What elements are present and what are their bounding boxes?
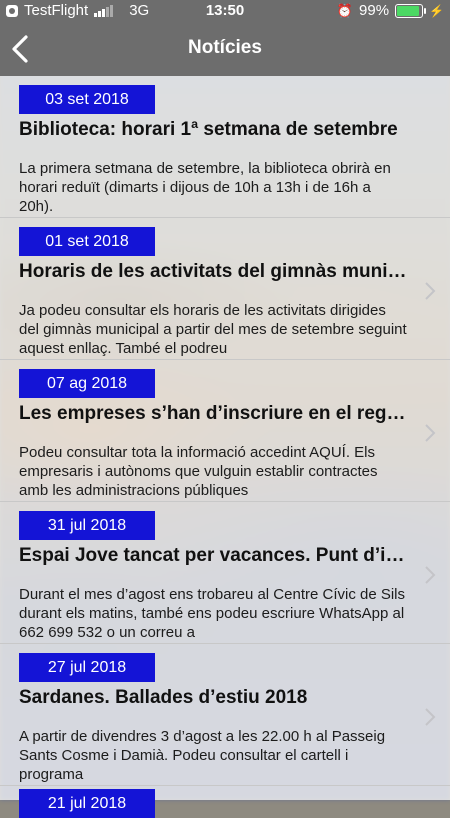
news-item[interactable]: 27 jul 2018 Sardanes. Ballades d’estiu 2… xyxy=(0,644,450,786)
news-summary: Durant el mes d’agost ens trobareu al Ce… xyxy=(19,586,406,641)
battery-percent: 99% xyxy=(359,2,390,19)
news-summary: Podeu consultar tota la informació acced… xyxy=(19,444,378,499)
news-title: Horaris de les activitats del gimnàs mun… xyxy=(19,261,409,282)
chevron-right-icon xyxy=(425,424,436,442)
chevron-right-icon xyxy=(425,566,436,584)
news-item[interactable]: 03 set 2018 Biblioteca: horari 1ª setman… xyxy=(0,76,450,218)
news-title: Espai Jove tancat per vacances. Punt d’i… xyxy=(19,545,409,566)
news-date-badge: 01 set 2018 xyxy=(19,227,155,256)
news-title: Les empreses s’han d’inscriure en el reg… xyxy=(19,403,409,424)
news-item[interactable]: 07 ag 2018 Les empreses s’han d’inscriur… xyxy=(0,360,450,502)
news-summary: A partir de divendres 3 d’agost a les 22… xyxy=(19,728,386,783)
news-date-badge: 27 jul 2018 xyxy=(19,653,155,682)
battery-fill xyxy=(397,5,419,16)
charging-icon: ⚡ xyxy=(429,3,444,18)
news-date-badge: 07 ag 2018 xyxy=(19,369,155,398)
news-summary: Ja podeu consultar els horaris de les ac… xyxy=(19,302,407,357)
news-title: Biblioteca: horari 1ª setmana de setembr… xyxy=(19,119,398,140)
news-summary: La primera setmana de setembre, la bibli… xyxy=(19,160,391,215)
news-date-badge-partial[interactable]: 21 jul 2018 xyxy=(19,789,155,818)
status-bar: TestFlight 3G 13:50 ⏰ 99% ⚡ xyxy=(0,0,450,22)
chevron-right-icon xyxy=(425,708,436,726)
news-list: 03 set 2018 Biblioteca: horari 1ª setman… xyxy=(0,76,450,786)
news-date-badge: 31 jul 2018 xyxy=(19,511,155,540)
news-item[interactable]: 01 set 2018 Horaris de les activitats de… xyxy=(0,218,450,360)
battery-icon xyxy=(395,3,427,18)
alarm-icon: ⏰ xyxy=(336,2,354,18)
news-title: Sardanes. Ballades d’estiu 2018 xyxy=(19,687,308,708)
navigation-bar: Notícies xyxy=(0,22,450,76)
page-title: Notícies xyxy=(188,37,262,58)
news-date-badge: 03 set 2018 xyxy=(19,85,155,114)
news-item[interactable]: 31 jul 2018 Espai Jove tancat per vacanc… xyxy=(0,502,450,644)
chevron-right-icon xyxy=(425,282,436,300)
